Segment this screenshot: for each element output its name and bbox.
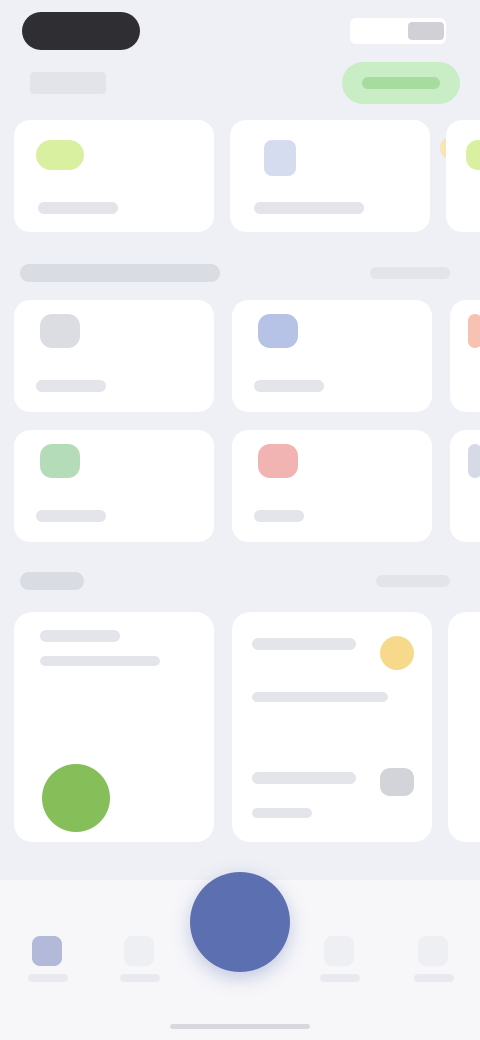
service-tile-4[interactable]	[232, 430, 432, 542]
activity-detail	[252, 692, 388, 702]
blue-doc-icon	[264, 140, 296, 176]
tile-label	[254, 380, 324, 392]
tab-fourth[interactable]	[304, 920, 374, 990]
services-grid	[0, 300, 480, 550]
quick-card-1[interactable]	[14, 120, 214, 232]
tab-label	[28, 974, 68, 982]
header-action-button[interactable]	[342, 62, 460, 104]
activity-card[interactable]	[232, 612, 432, 842]
red-square-icon	[258, 444, 298, 478]
yellow-status-icon	[380, 636, 414, 670]
activity-card-edge[interactable]	[448, 612, 480, 842]
home-icon	[32, 936, 62, 966]
green-square-icon	[40, 444, 80, 478]
card-subtitle	[40, 656, 160, 666]
quick-card-label	[254, 202, 364, 214]
activity-title-2	[252, 772, 356, 784]
service-tile-edge-1[interactable]	[450, 300, 480, 412]
service-tile-3[interactable]	[14, 430, 214, 542]
quick-card-2[interactable]	[230, 120, 480, 232]
tab-label	[320, 974, 360, 982]
gray-square-icon	[468, 444, 480, 478]
battery-icon	[408, 22, 444, 40]
chart-icon	[324, 936, 354, 966]
section-see-all-link[interactable]	[376, 575, 450, 587]
quick-card-label	[38, 202, 118, 214]
dynamic-island	[22, 12, 140, 50]
page-title	[30, 68, 110, 98]
section-header-services	[0, 252, 480, 292]
red-square-icon	[468, 314, 480, 348]
tile-label	[36, 510, 106, 522]
card-title	[40, 630, 120, 642]
service-tile-1[interactable]	[14, 300, 214, 412]
progress-circle-icon	[42, 764, 110, 832]
green-square-icon	[466, 140, 480, 170]
tab-second[interactable]	[104, 920, 174, 990]
section-header-recent	[0, 560, 480, 600]
tile-label	[36, 380, 106, 392]
tab-label	[414, 974, 454, 982]
list-icon	[124, 936, 154, 966]
activity-title	[252, 638, 356, 650]
service-tile-edge-2[interactable]	[450, 430, 480, 542]
gray-status-icon	[380, 768, 414, 796]
lime-pill-icon	[36, 140, 84, 170]
section-title	[20, 572, 84, 590]
home-indicator	[170, 1024, 310, 1029]
tile-label	[254, 510, 304, 522]
quick-card-3[interactable]	[446, 120, 480, 232]
gray-square-icon	[40, 314, 80, 348]
tab-label	[120, 974, 160, 982]
activity-detail-2	[252, 808, 312, 818]
tab-profile[interactable]	[398, 920, 468, 990]
profile-icon	[418, 936, 448, 966]
recent-cards	[0, 600, 480, 880]
blue-square-icon	[258, 314, 298, 348]
section-title	[20, 264, 220, 282]
tab-home[interactable]	[12, 920, 82, 990]
app-screen	[0, 0, 480, 1040]
section-see-all-link[interactable]	[370, 267, 450, 279]
service-tile-2[interactable]	[232, 300, 432, 412]
summary-card[interactable]	[14, 612, 214, 842]
add-button[interactable]	[190, 872, 290, 972]
quick-actions-row	[0, 120, 480, 240]
